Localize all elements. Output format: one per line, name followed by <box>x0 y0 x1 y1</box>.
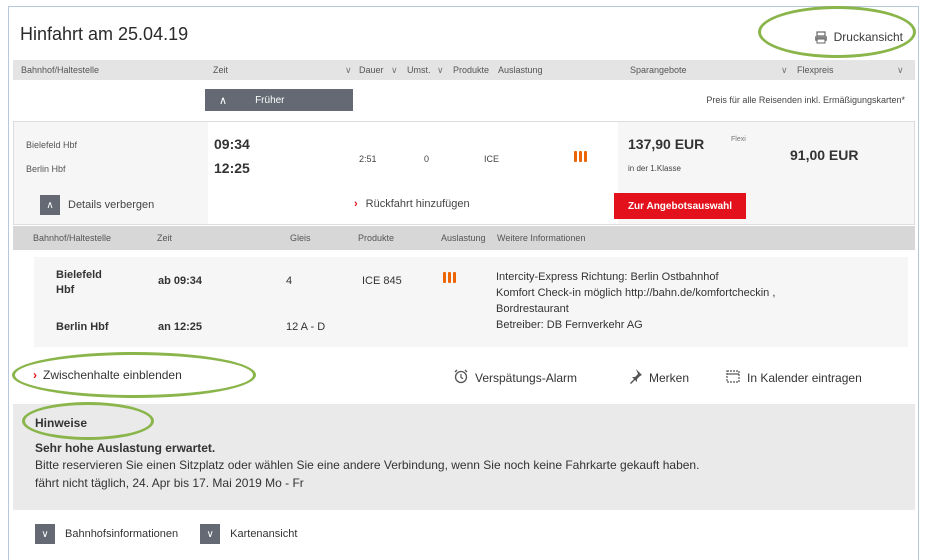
arr-time: an 12:25 <box>158 321 203 333</box>
saver-price[interactable]: 137,90 EUR <box>628 136 704 152</box>
hide-details-label: Details verbergen <box>68 199 155 211</box>
dep-station-line1: Bielefeld <box>56 269 102 281</box>
add-return-label: Rückfahrt hinzufügen <box>365 198 470 210</box>
arr-station: Berlin Hbf <box>56 321 109 333</box>
route-detail: Bielefeld Hbf ab 09:34 4 ICE 845 Interci… <box>34 257 908 347</box>
col-time[interactable]: Zeit <box>213 65 228 75</box>
notes-heading: Hinweise <box>35 416 88 430</box>
add-calendar-label: In Kalender eintragen <box>747 370 862 385</box>
flexi-tag: Flexi <box>731 136 746 143</box>
dcol-occupancy: Auslastung <box>441 233 486 243</box>
dcol-time: Zeit <box>157 233 173 243</box>
occupancy-icon <box>443 272 456 283</box>
from-station: Bielefeld Hbf <box>26 140 78 150</box>
remember-label: Merken <box>649 370 690 385</box>
info-restaurant: Bordrestaurant <box>496 303 569 315</box>
hide-details-button[interactable]: ∧ Details verbergen <box>40 195 154 215</box>
flex-price[interactable]: 91,00 EUR <box>790 147 858 163</box>
print-view-label: Druckansicht <box>833 30 903 44</box>
departure-time: 09:34 <box>214 136 250 152</box>
notes-panel: Hinweise Sehr hohe Auslastung erwartet. … <box>13 404 915 510</box>
station-info-label: Bahnhofsinformationen <box>65 528 179 540</box>
page-title: Hinfahrt am 25.04.19 <box>20 24 189 44</box>
chevron-right-icon: › <box>33 368 37 382</box>
show-stops-link[interactable]: › Zwischenhalte einblenden <box>33 368 182 382</box>
notes-reservation: Bitte reservieren Sie einen Sitzplatz od… <box>35 458 700 472</box>
map-view-label: Kartenansicht <box>230 528 298 540</box>
chevron-right-icon: › <box>354 198 358 210</box>
chevron-down-icon[interactable]: ∨ <box>345 65 352 76</box>
notes-occupancy: Sehr hohe Auslastung erwartet. <box>35 441 216 455</box>
earlier-button[interactable]: ∧ Früher <box>205 89 353 111</box>
col-changes[interactable]: Umst. <box>407 65 431 75</box>
dcol-info: Weitere Informationen <box>497 233 586 243</box>
changes-count: 0 <box>424 154 430 164</box>
col-flex[interactable]: Flexpreis <box>797 65 834 75</box>
chevron-down-icon: ∨ <box>200 524 221 544</box>
info-checkin[interactable]: Komfort Check-in möglich http://bahn.de/… <box>496 287 775 299</box>
saver-class: in der 1.Klasse <box>628 164 681 173</box>
pin-icon <box>627 368 643 387</box>
alarm-clock-icon <box>453 368 469 387</box>
show-stops-label: Zwischenhalte einblenden <box>43 368 182 382</box>
col-occupancy: Auslastung <box>498 65 543 75</box>
detail-header-row: Bahnhof/Haltestelle Zeit Gleis Produkte … <box>13 226 915 250</box>
col-products: Produkte <box>453 65 490 75</box>
chevron-down-icon[interactable]: ∨ <box>437 65 444 76</box>
dep-time: ab 09:34 <box>158 275 203 287</box>
connection-row[interactable]: Bielefeld Hbf Berlin Hbf 09:34 12:25 2:5… <box>13 121 915 225</box>
info-operator: Betreiber: DB Fernverkehr AG <box>496 319 643 331</box>
delay-alarm-button[interactable]: Verspätungs-Alarm <box>453 368 577 387</box>
col-duration[interactable]: Dauer <box>359 65 384 75</box>
occupancy-icon <box>574 151 587 162</box>
to-station: Berlin Hbf <box>26 164 66 174</box>
arrival-time: 12:25 <box>214 160 250 176</box>
chevron-down-icon[interactable]: ∨ <box>391 65 398 76</box>
dcol-track: Gleis <box>290 233 311 243</box>
dep-track: 4 <box>286 275 293 287</box>
earlier-label: Früher <box>255 94 285 106</box>
duration: 2:51 <box>359 154 377 164</box>
print-view-link[interactable]: Druckansicht <box>814 30 903 44</box>
bottom-links: ∨ Bahnhofsinformationen ∨ Kartenansicht <box>35 524 297 544</box>
chevron-down-icon[interactable]: ∨ <box>897 65 904 76</box>
product-type: ICE <box>484 154 500 164</box>
price-note: Preis für alle Reisenden inkl. Ermäßigun… <box>706 95 905 105</box>
col-offers[interactable]: Sparangebote <box>630 65 687 75</box>
add-return-link[interactable]: › Rückfahrt hinzufügen <box>354 198 470 210</box>
info-direction: Intercity-Express Richtung: Berlin Ostba… <box>496 271 719 283</box>
dcol-products: Produkte <box>358 233 395 243</box>
chevron-down-icon: ∨ <box>35 524 55 544</box>
dep-station-line2: Hbf <box>56 284 75 296</box>
column-header-row: Bahnhof/Haltestelle Zeit ∨ Dauer ∨ Umst.… <box>13 60 915 80</box>
notes-operating-days: fährt nicht täglich, 24. Apr bis 17. Mai… <box>35 476 304 490</box>
chevron-down-icon[interactable]: ∨ <box>781 65 788 76</box>
chevron-up-icon: ∧ <box>40 195 60 215</box>
add-calendar-button[interactable]: In Kalender eintragen <box>725 368 862 387</box>
arr-track: 12 A - D <box>286 321 326 333</box>
offer-selection-button[interactable]: Zur Angebotsauswahl <box>614 193 746 219</box>
train-number[interactable]: ICE 845 <box>362 275 402 287</box>
calendar-icon <box>725 368 741 387</box>
map-view-button[interactable]: ∨ Kartenansicht <box>200 524 297 544</box>
action-bar: › Zwischenhalte einblenden Verspätungs-A… <box>13 360 915 390</box>
delay-alarm-label: Verspätungs-Alarm <box>475 370 578 385</box>
remember-button[interactable]: Merken <box>627 368 689 387</box>
col-station: Bahnhof/Haltestelle <box>21 65 100 75</box>
chevron-up-icon: ∧ <box>219 94 228 107</box>
station-info-button[interactable]: ∨ Bahnhofsinformationen <box>35 524 178 544</box>
dcol-station: Bahnhof/Haltestelle <box>33 233 112 243</box>
printer-icon <box>814 30 828 44</box>
